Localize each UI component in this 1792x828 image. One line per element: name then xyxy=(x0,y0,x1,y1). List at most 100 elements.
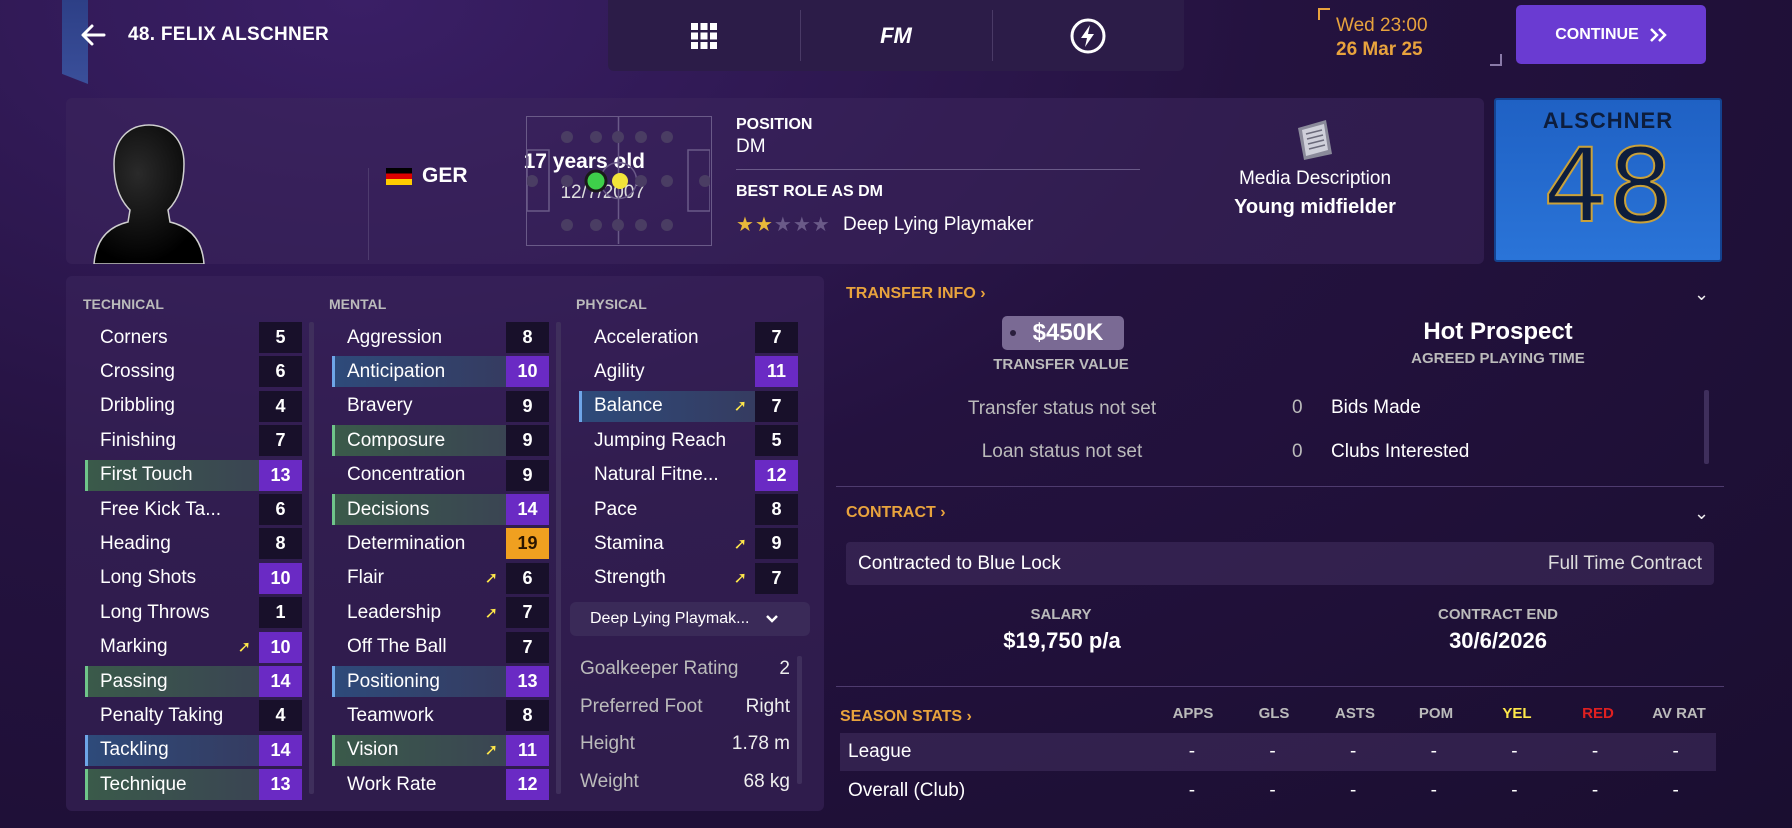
attribute-name: Teamwork xyxy=(347,704,434,726)
season-stats-row[interactable]: Overall (Club) - - - - - - - xyxy=(840,772,1716,810)
attribute-row-passing[interactable]: Passing 14 xyxy=(85,666,302,697)
attribute-row-anticipation[interactable]: Anticipation 10 xyxy=(332,356,549,388)
attribute-value: 8 xyxy=(506,700,549,732)
stat-column-header[interactable]: YEL xyxy=(1477,705,1557,722)
contract-heading[interactable]: CONTRACT › xyxy=(846,504,946,522)
stat-column-header[interactable]: POM xyxy=(1396,705,1476,722)
contract-type: Full Time Contract xyxy=(1547,552,1702,574)
pitch-diagram xyxy=(526,117,711,244)
attribute-value: 13 xyxy=(259,769,302,801)
attribute-name: Finishing xyxy=(100,429,177,451)
contract-box: Contracted to Blue Lock Full Time Contra… xyxy=(846,542,1714,585)
continue-button[interactable]: CONTINUE xyxy=(1516,5,1706,64)
attribute-row-stamina[interactable]: Stamina ➚ 9 xyxy=(582,528,798,560)
grid-icon xyxy=(691,22,717,49)
info-value: 68 kg xyxy=(743,770,790,792)
attribute-row-marking[interactable]: Marking ➚ 10 xyxy=(88,631,302,663)
attribute-row-decisions[interactable]: Decisions 14 xyxy=(332,494,549,525)
date-corner-tl xyxy=(1318,8,1330,20)
position-label: POSITION xyxy=(736,116,813,133)
attribute-name: Aggression xyxy=(347,326,443,348)
transfer-value-tag: $450K xyxy=(1002,316,1124,350)
attribute-row-off-the-ball[interactable]: Off The Ball 7 xyxy=(335,631,549,663)
stat-column-header[interactable]: GLS xyxy=(1234,705,1314,722)
stat-column-header[interactable]: AV RAT xyxy=(1639,705,1719,722)
attribute-row-corners[interactable]: Corners 5 xyxy=(88,322,302,353)
attribute-value: 8 xyxy=(506,322,549,353)
attribute-row-balance[interactable]: Balance ➚ 7 xyxy=(579,390,798,422)
attribute-row-concentration[interactable]: Concentration 9 xyxy=(335,459,549,491)
attribute-name: Vision xyxy=(347,739,399,761)
attribute-row-first-touch[interactable]: First Touch 13 xyxy=(85,459,302,491)
star-icon: ★ xyxy=(754,214,774,236)
stat-cell: - xyxy=(1511,780,1518,801)
attribute-name: Pace xyxy=(594,498,638,520)
attribute-value: 7 xyxy=(755,322,798,353)
attribute-row-long-throws[interactable]: Long Throws 1 xyxy=(88,597,302,629)
attribute-value: 12 xyxy=(506,769,549,801)
attribute-row-teamwork[interactable]: Teamwork 8 xyxy=(335,700,549,732)
attribute-name: Bravery xyxy=(347,395,413,417)
attribute-row-work-rate[interactable]: Work Rate 12 xyxy=(335,769,549,801)
transfer-collapse-chevron-icon[interactable]: ⌄ xyxy=(1694,284,1709,305)
chevron-right-icon: › xyxy=(962,708,972,725)
attribute-row-dribbling[interactable]: Dribbling 4 xyxy=(88,390,302,422)
attribute-row-jumping-reach[interactable]: Jumping Reach 5 xyxy=(582,425,798,457)
transfer-scrollbar[interactable] xyxy=(1704,390,1709,464)
attribute-name: Concentration xyxy=(347,464,466,486)
grid-menu-button[interactable] xyxy=(608,0,800,71)
attribute-row-technique[interactable]: Technique 13 xyxy=(85,769,302,801)
attribute-row-pace[interactable]: Pace 8 xyxy=(582,494,798,525)
attribute-value: 14 xyxy=(259,734,302,766)
quick-action-button[interactable] xyxy=(992,0,1184,71)
attribute-row-positioning[interactable]: Positioning 13 xyxy=(332,666,549,697)
stat-column-header[interactable]: APPS xyxy=(1153,705,1233,722)
position-divider xyxy=(736,169,1140,170)
stat-column-header[interactable]: RED xyxy=(1558,705,1638,722)
clubs-count: 0 xyxy=(1292,441,1303,462)
attribute-row-leadership[interactable]: Leadership ➚ 7 xyxy=(335,597,549,629)
player-avatar xyxy=(86,122,212,269)
attribute-row-crossing[interactable]: Crossing 6 xyxy=(88,356,302,388)
stat-cell: - xyxy=(1591,780,1599,801)
attribute-row-vision[interactable]: Vision ➚ 11 xyxy=(332,734,549,766)
stat-cell: - xyxy=(1672,780,1679,801)
contract-collapse-chevron-icon[interactable]: ⌄ xyxy=(1694,503,1709,524)
attribute-value: 4 xyxy=(259,700,302,732)
attribute-row-acceleration[interactable]: Acceleration 7 xyxy=(582,322,798,353)
attribute-row-penalty-taking[interactable]: Penalty Taking 4 xyxy=(88,700,302,732)
chevron-down-icon xyxy=(766,615,779,623)
loan-status: Loan status not set xyxy=(981,441,1143,462)
best-role-label: BEST ROLE AS DM xyxy=(736,183,883,200)
attribute-row-finishing[interactable]: Finishing 7 xyxy=(88,425,302,457)
improving-arrow-icon: ➚ xyxy=(237,639,251,657)
attribute-row-flair[interactable]: Flair ➚ 6 xyxy=(335,562,549,594)
mental-scrollbar[interactable] xyxy=(556,322,561,794)
attribute-row-free-kick-ta[interactable]: Free Kick Ta... 6 xyxy=(88,494,302,525)
role-select[interactable]: Deep Lying Playmak... xyxy=(570,602,810,636)
back-arrow-icon[interactable] xyxy=(78,20,108,50)
best-role-value: Deep Lying Playmaker xyxy=(843,214,1034,235)
nationality[interactable]: GER xyxy=(386,164,468,188)
season-stats-heading[interactable]: SEASON STATS › xyxy=(840,708,972,726)
attribute-name: Free Kick Ta... xyxy=(100,498,222,520)
technical-scrollbar[interactable] xyxy=(309,322,314,794)
attribute-row-composure[interactable]: Composure 9 xyxy=(332,425,549,457)
attribute-row-natural-fitne[interactable]: Natural Fitne... 12 xyxy=(582,459,798,491)
attribute-value: 7 xyxy=(755,390,798,422)
stat-column-header[interactable]: ASTS xyxy=(1315,705,1395,722)
attribute-row-bravery[interactable]: Bravery 9 xyxy=(335,390,549,422)
fm-home-button[interactable]: FM xyxy=(800,0,992,71)
attribute-row-strength[interactable]: Strength ➚ 7 xyxy=(582,562,798,594)
attribute-row-agility[interactable]: Agility 11 xyxy=(582,356,798,388)
attribute-row-tackling[interactable]: Tackling 14 xyxy=(85,734,302,766)
info-scrollbar[interactable] xyxy=(797,656,802,784)
attribute-row-determination[interactable]: Determination 19 xyxy=(335,528,549,560)
playing-time-label: AGREED PLAYING TIME xyxy=(1411,350,1585,367)
season-stats-row[interactable]: League - - - - - - - xyxy=(840,733,1716,771)
transfer-info-heading[interactable]: TRANSFER INFO › xyxy=(846,285,986,303)
attribute-row-aggression[interactable]: Aggression 8 xyxy=(335,322,549,353)
attribute-row-long-shots[interactable]: Long Shots 10 xyxy=(88,562,302,594)
attribute-row-heading[interactable]: Heading 8 xyxy=(88,528,302,560)
transfer-value-label: TRANSFER VALUE xyxy=(993,356,1129,373)
